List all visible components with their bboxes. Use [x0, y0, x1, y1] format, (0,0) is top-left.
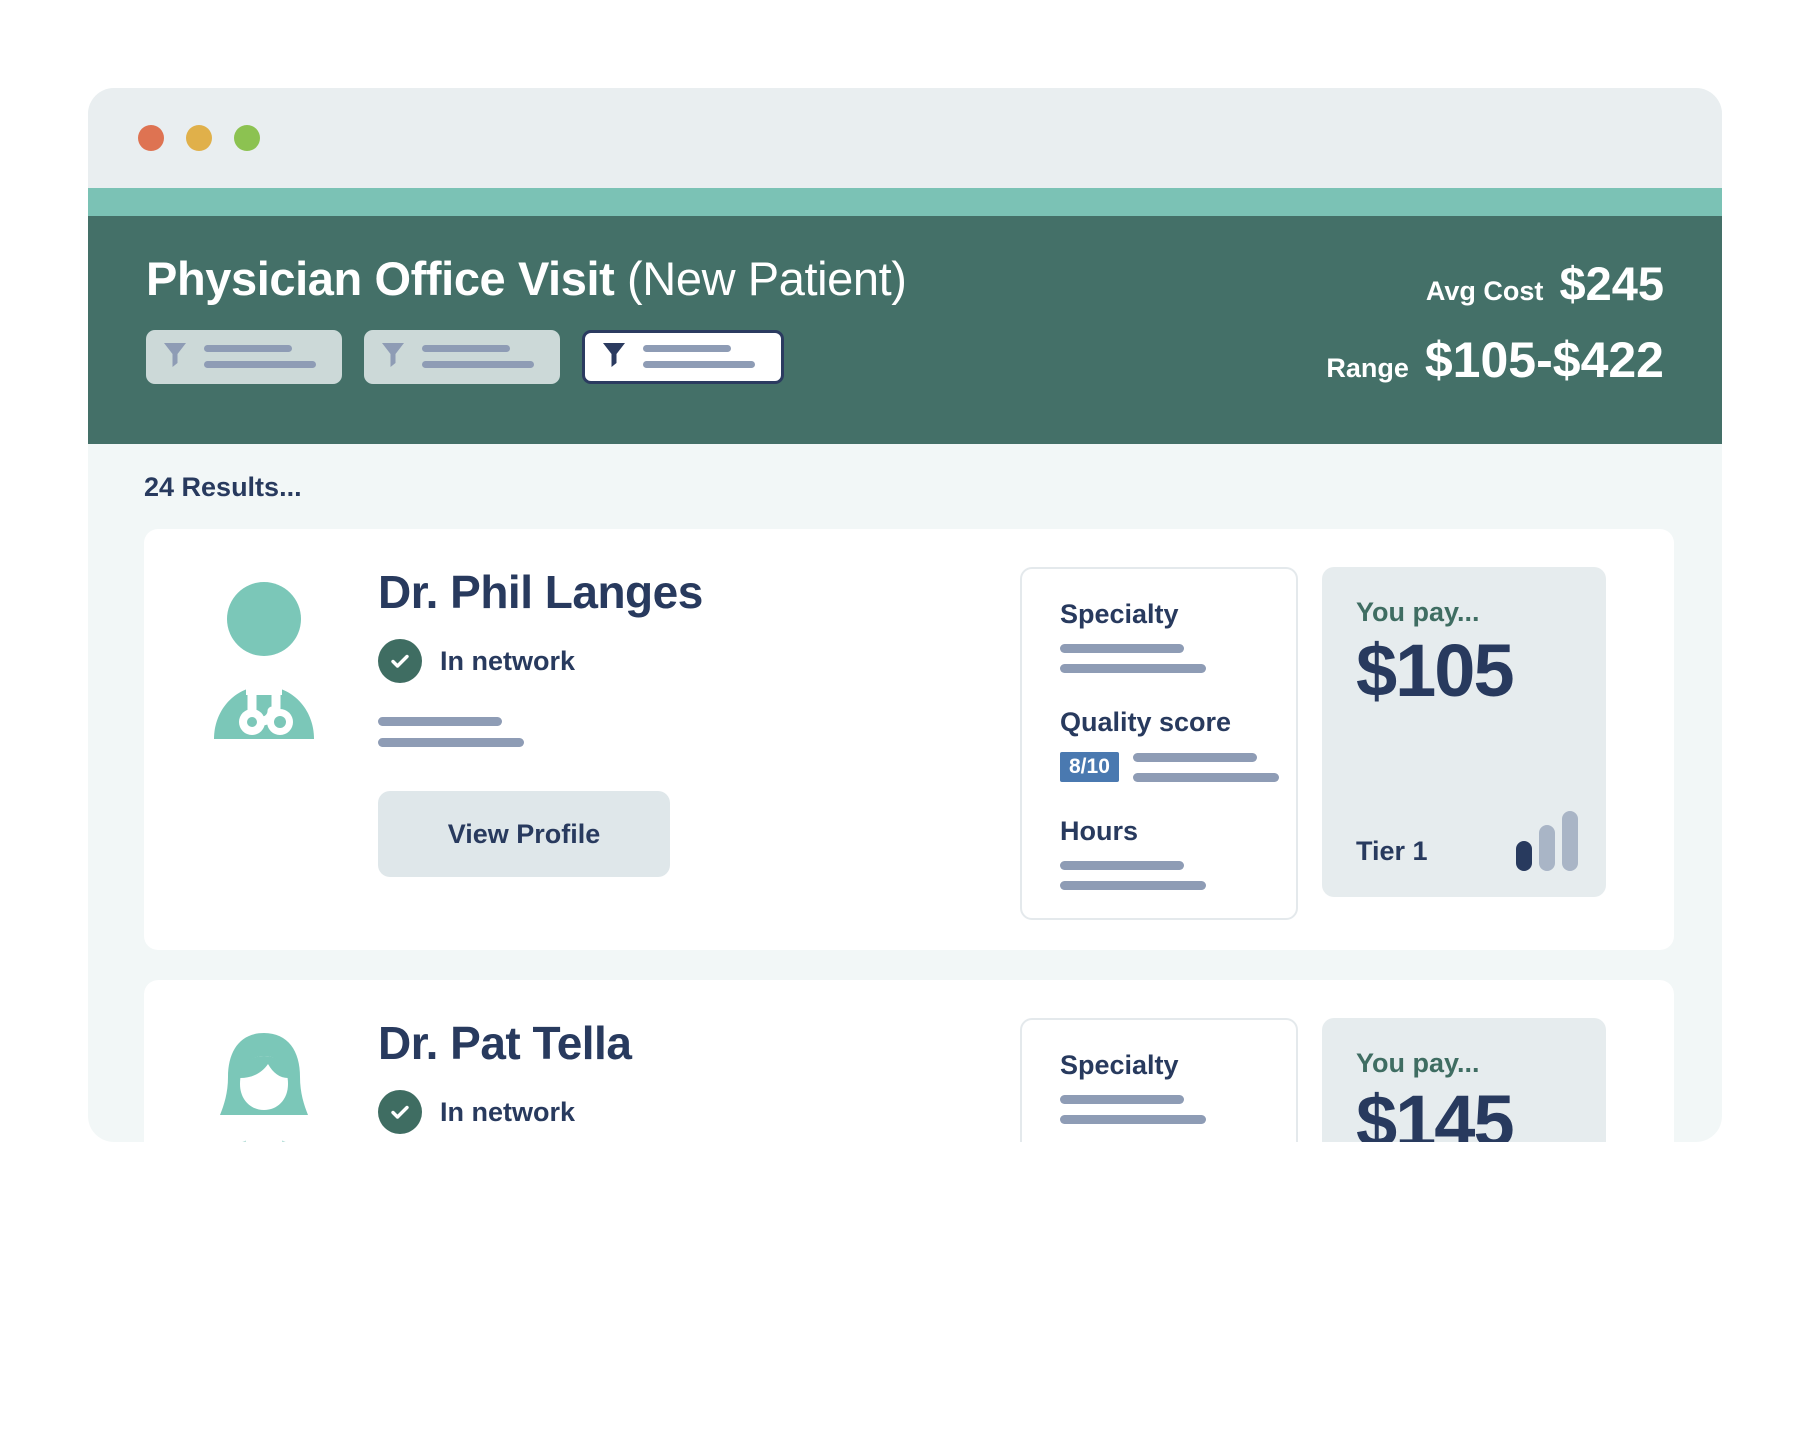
filter-chip-group: [146, 329, 907, 384]
quality-score-row: 8/10: [1060, 752, 1279, 782]
view-profile-button[interactable]: View Profile: [378, 791, 670, 877]
detail-panel: Specialty Quality score 8/10 Hours: [1020, 567, 1298, 920]
quality-score-placeholder: [1132, 752, 1279, 782]
doctor-male-avatar-icon: [214, 582, 314, 739]
tier-label: Tier 1: [1356, 836, 1428, 866]
network-status: In network: [378, 1090, 960, 1134]
check-circle-icon: [378, 639, 422, 683]
quality-score-badge: 8/10: [1060, 752, 1119, 782]
filter-funnel-icon: [162, 340, 188, 373]
doctor-name: Dr. Pat Tella: [378, 1017, 632, 1069]
doctor-female-avatar-icon: [220, 1033, 308, 1142]
filter-chip-3-placeholder: [643, 345, 765, 369]
network-status-label: In network: [440, 1096, 576, 1127]
range-value: $105-$422: [1424, 332, 1664, 388]
check-circle-icon: [378, 1090, 422, 1134]
detail-panel: Specialty Quality score 8/10: [1020, 1018, 1298, 1142]
page-title-strong: Physician Office Visit: [146, 252, 615, 305]
avatar: [200, 1014, 340, 1142]
hours-group: Hours: [1060, 816, 1266, 890]
filter-funnel-icon: [601, 340, 627, 373]
browser-window: Physician Office Visit (New Patient) Avg…: [88, 88, 1722, 1142]
specialty-placeholder: [1060, 1095, 1266, 1124]
specialty-placeholder: [1060, 644, 1266, 673]
doctor-name: Dr. Phil Langes: [378, 566, 703, 618]
range-row: Range $105-$422: [1326, 331, 1664, 389]
specialty-group: Specialty: [1060, 1050, 1266, 1124]
page-title: Physician Office Visit (New Patient): [146, 254, 907, 304]
result-card-info: Dr. Phil Langes In network View Profile: [378, 563, 960, 877]
filter-chip-1[interactable]: [146, 329, 342, 384]
filter-chip-3[interactable]: [582, 329, 784, 384]
result-card[interactable]: Dr. Phil Langes In network View Profile …: [144, 529, 1674, 950]
window-titlebar: [88, 88, 1722, 188]
signal-bars-icon: [1516, 811, 1578, 871]
doctor-meta-placeholder: [378, 717, 960, 747]
result-card-left: Dr. Pat Tella In network: [200, 1014, 960, 1142]
range-label: Range: [1326, 353, 1409, 383]
avatar: [200, 563, 340, 877]
avg-cost-label: Avg Cost: [1425, 276, 1544, 306]
hours-label: Hours: [1060, 816, 1139, 846]
you-pay-label: You pay...: [1356, 1048, 1480, 1078]
page-header: Physician Office Visit (New Patient) Avg…: [88, 216, 1722, 444]
pay-panel: You pay... $145: [1322, 1018, 1606, 1142]
tier-row: Tier 1: [1356, 811, 1578, 871]
hours-placeholder: [1060, 861, 1266, 890]
minimize-window-button[interactable]: [186, 125, 212, 151]
specialty-group: Specialty: [1060, 599, 1266, 673]
avg-cost-value: $245: [1559, 257, 1664, 310]
specialty-label: Specialty: [1060, 1050, 1179, 1080]
pay-panel: You pay... $105 Tier 1: [1322, 567, 1606, 897]
page-title-light: (New Patient): [627, 252, 907, 305]
results-count: 24 Results...: [144, 472, 302, 502]
close-window-button[interactable]: [138, 125, 164, 151]
specialty-label: Specialty: [1060, 599, 1179, 629]
accent-bar: [88, 188, 1722, 216]
filter-funnel-icon: [380, 340, 406, 373]
you-pay-amount: $105: [1356, 629, 1515, 712]
result-card-left: Dr. Phil Langes In network View Profile: [200, 563, 960, 877]
filter-chip-2-placeholder: [422, 345, 544, 369]
result-card-info: Dr. Pat Tella In network: [378, 1014, 960, 1142]
filter-chip-2[interactable]: [364, 329, 560, 384]
you-pay-label: You pay...: [1356, 597, 1480, 627]
filter-chip-1-placeholder: [204, 345, 326, 369]
results-body: 24 Results... Dr. Phil Langes In network…: [88, 444, 1722, 1142]
quality-score-group: Quality score 8/10: [1060, 707, 1279, 782]
network-status-label: In network: [440, 645, 576, 676]
quality-score-label: Quality score: [1060, 707, 1232, 737]
header-cost-summary: Avg Cost $245 Range $105-$422: [1326, 246, 1670, 389]
maximize-window-button[interactable]: [234, 125, 260, 151]
result-card[interactable]: Dr. Pat Tella In network Specialty You p…: [144, 980, 1674, 1142]
traffic-light-group: [138, 125, 260, 151]
network-status: In network: [378, 639, 960, 683]
header-left: Physician Office Visit (New Patient): [146, 246, 907, 384]
avg-cost-row: Avg Cost $245: [1326, 256, 1664, 311]
you-pay-amount: $145: [1356, 1080, 1515, 1142]
